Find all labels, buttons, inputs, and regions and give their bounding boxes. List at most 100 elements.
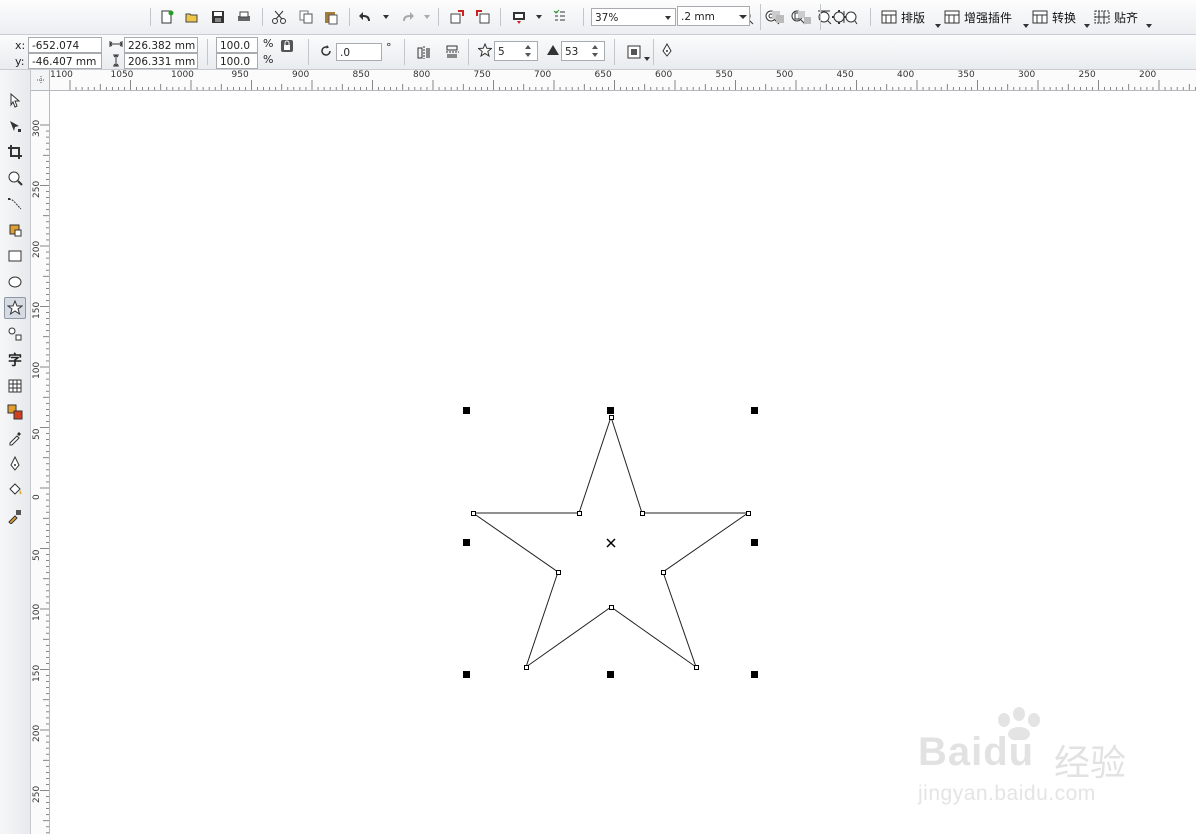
toolbar-separator — [308, 39, 309, 65]
scale-y-field[interactable]: 100.0 — [216, 53, 258, 69]
application-launcher-icon[interactable] — [549, 6, 571, 28]
ruler-tick-label: 150 — [32, 301, 42, 319]
plugin-layout[interactable]: 排版 — [881, 8, 925, 26]
plugin-convert[interactable]: 转换 — [1032, 8, 1076, 26]
plugin-label: 贴齐 — [1114, 10, 1139, 25]
chevron-down-icon[interactable] — [644, 57, 650, 61]
star-sharpness-spinner[interactable]: 53 — [561, 41, 605, 61]
star-points-value: 5 — [498, 46, 505, 58]
undo-icon[interactable] — [355, 6, 377, 28]
ruler-ticks — [40, 124, 49, 834]
freehand-tool-icon[interactable] — [4, 193, 26, 215]
vertical-ruler[interactable]: 300 250 200 150 100 50 0 50 100 150 200 250 — [31, 91, 50, 834]
publish-dropdown-icon[interactable] — [536, 15, 542, 19]
selection-handle-bottom[interactable] — [607, 671, 614, 678]
shape-tool-icon[interactable] — [4, 115, 26, 137]
star-node[interactable] — [577, 511, 582, 516]
outline-width-select[interactable]: .2 mm — [677, 6, 750, 26]
combine-icon[interactable] — [767, 6, 789, 28]
cut-icon[interactable] — [268, 6, 290, 28]
selection-handle-bottom-left[interactable] — [463, 671, 470, 678]
star-node[interactable] — [609, 415, 614, 420]
ruler-tick-label: 1100 — [50, 70, 73, 80]
plugin-enhance[interactable]: 增强插件 — [944, 8, 1012, 26]
plugin-snap[interactable]: 贴齐 — [1094, 8, 1138, 26]
selection-handle-left[interactable] — [463, 539, 470, 546]
new-document-icon[interactable] — [156, 6, 178, 28]
save-icon[interactable] — [207, 6, 229, 28]
star-node[interactable] — [661, 570, 666, 575]
chevron-down-icon[interactable] — [1084, 24, 1090, 28]
table-tool-icon[interactable] — [4, 375, 26, 397]
redo-dropdown-icon[interactable] — [424, 15, 430, 19]
toolbar-separator — [468, 39, 469, 65]
text-tool-icon[interactable]: 字 — [4, 349, 26, 371]
open-icon[interactable] — [181, 6, 203, 28]
import-icon[interactable] — [446, 6, 468, 28]
rotation-field[interactable]: .0 — [336, 43, 382, 61]
copy-icon[interactable] — [295, 6, 317, 28]
publish-icon[interactable] — [508, 6, 530, 28]
pick-tool-icon[interactable] — [4, 89, 26, 111]
undo-dropdown-icon[interactable] — [383, 15, 389, 19]
chevron-down-icon — [739, 15, 747, 19]
convert-icon — [1032, 10, 1048, 24]
zoom-tool-icon[interactable] — [4, 167, 26, 189]
ruler-origin-corner[interactable] — [31, 70, 50, 91]
selection-handle-top[interactable] — [607, 407, 614, 414]
outline-width-value: .2 mm — [681, 11, 715, 23]
chevron-down-icon[interactable] — [1023, 24, 1029, 28]
width-field[interactable]: 226.382 mm — [124, 37, 198, 53]
fill-bucket-icon[interactable] — [4, 479, 26, 501]
chevron-down-icon[interactable] — [935, 24, 941, 28]
selection-handle-top-right[interactable] — [751, 407, 758, 414]
interactive-effects-icon[interactable] — [4, 401, 26, 423]
ellipse-tool-icon[interactable] — [4, 271, 26, 293]
zoom-level-select[interactable]: 37% — [591, 8, 676, 26]
mirror-vertical-icon[interactable] — [441, 41, 463, 63]
selection-handle-top-left[interactable] — [463, 407, 470, 414]
wrap-text-icon[interactable] — [623, 41, 645, 63]
height-field[interactable]: 206.331 mm — [124, 53, 198, 69]
star-node[interactable] — [746, 511, 751, 516]
redo-icon[interactable] — [396, 6, 418, 28]
rectangle-tool-icon[interactable] — [4, 245, 26, 267]
chevron-down-icon[interactable] — [1146, 24, 1152, 28]
selection-handle-bottom-right[interactable] — [751, 671, 758, 678]
percent-label: % — [263, 53, 274, 66]
star-node[interactable] — [694, 665, 699, 670]
x-position-field[interactable]: -652.074 mm — [28, 37, 102, 68]
outline-pen-icon[interactable] — [4, 453, 26, 475]
chevron-down-icon[interactable] — [525, 53, 531, 57]
crop-tool-icon[interactable] — [4, 141, 26, 163]
mirror-horizontal-icon[interactable] — [413, 41, 435, 63]
export-icon[interactable] — [472, 6, 494, 28]
star-node[interactable] — [471, 511, 476, 516]
y-position-field[interactable]: -46.407 mm — [28, 53, 102, 69]
break-apart-icon[interactable] — [793, 6, 815, 28]
selection-handle-right[interactable] — [751, 539, 758, 546]
smart-fill-icon[interactable] — [4, 219, 26, 241]
star-node[interactable] — [609, 605, 614, 610]
horizontal-ruler[interactable]: 1100 1050 1000 950 900 850 800 750 700 650 600 550 5… — [31, 70, 1196, 91]
polygon-star-tool-icon[interactable] — [4, 297, 26, 319]
drawing-canvas[interactable] — [50, 91, 1196, 834]
lock-ratio-icon[interactable] — [278, 37, 296, 55]
star-points-spinner[interactable]: 5 — [494, 41, 538, 61]
chevron-up-icon[interactable] — [525, 45, 531, 49]
scale-x-field[interactable]: 100.0 — [216, 37, 258, 53]
basic-shapes-icon[interactable] — [4, 323, 26, 345]
ruler-tick-label: 700 — [534, 70, 552, 80]
paste-icon[interactable] — [320, 6, 342, 28]
star-node[interactable] — [640, 511, 645, 516]
star-node[interactable] — [556, 570, 561, 575]
chevron-up-icon[interactable] — [592, 45, 598, 49]
print-icon[interactable] — [233, 6, 255, 28]
eyedropper-icon[interactable] — [4, 427, 26, 449]
width-value: 226.382 mm — [128, 40, 196, 52]
star-node[interactable] — [524, 665, 529, 670]
ruler-tick-label: 200 — [1139, 70, 1157, 80]
interactive-fill-icon[interactable] — [4, 505, 26, 527]
chevron-down-icon[interactable] — [592, 53, 598, 57]
convert-to-curves-icon[interactable] — [828, 6, 850, 28]
